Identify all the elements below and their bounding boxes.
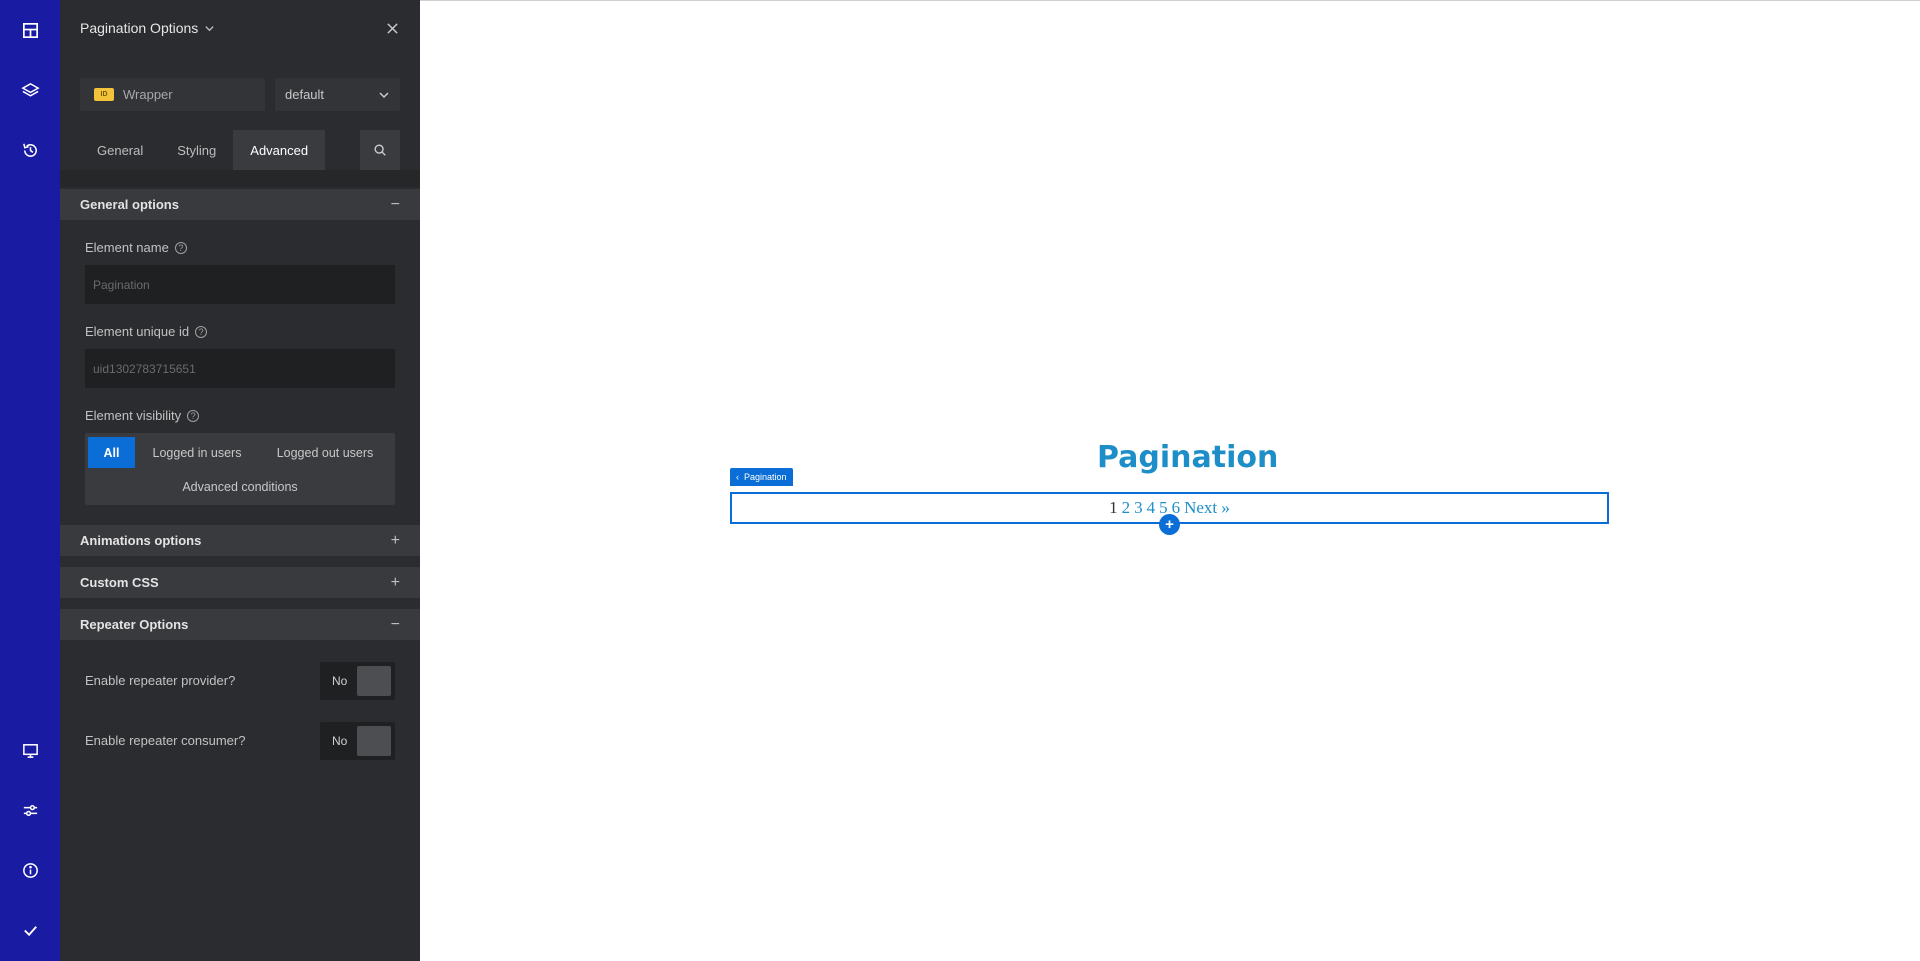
page-canvas[interactable] [420, 0, 1920, 961]
page-heading[interactable]: Pagination [1097, 440, 1278, 475]
chevron-down-icon [205, 25, 214, 31]
pagination-current-page: 1 [1109, 498, 1118, 517]
element-name-input[interactable] [85, 265, 395, 304]
pagination-next-link[interactable]: Next » [1184, 498, 1230, 518]
section-title: Repeater Options [80, 617, 189, 632]
panel-tabs: General Styling Advanced [80, 130, 400, 170]
element-uid-label: Element unique id ? [85, 324, 208, 339]
custom-css-header[interactable]: Custom CSS + [60, 567, 420, 598]
toggle-value: No [332, 734, 348, 748]
visibility-option-logged-out[interactable]: Logged out users [260, 437, 390, 468]
repeater-provider-label: Enable repeater provider? [85, 673, 236, 688]
help-icon[interactable]: ? [195, 325, 208, 338]
expand-icon: + [390, 531, 400, 549]
wrapper-selector[interactable]: ID Wrapper [80, 78, 265, 111]
visibility-option-all[interactable]: All [88, 437, 135, 468]
collapse-icon: − [390, 195, 400, 213]
toggle-knob [357, 666, 391, 696]
chevron-left-icon: ‹ [736, 472, 739, 482]
element-visibility-label: Element visibility ? [85, 408, 200, 423]
animations-options-header[interactable]: Animations options + [60, 525, 420, 556]
help-icon[interactable]: ? [174, 241, 187, 254]
element-name-label: Element name ? [85, 240, 187, 255]
section-title: Animations options [80, 533, 202, 548]
element-name-label-text: Element name [85, 240, 169, 255]
section-title: Custom CSS [80, 575, 159, 590]
check-icon[interactable] [0, 900, 60, 960]
history-icon[interactable] [0, 120, 60, 180]
search-icon[interactable] [360, 130, 400, 170]
visibility-option-logged-in[interactable]: Logged in users [139, 437, 255, 468]
close-icon[interactable] [382, 18, 402, 38]
layers-icon[interactable] [0, 60, 60, 120]
tab-styling[interactable]: Styling [160, 130, 233, 170]
element-tag[interactable]: ‹ Pagination [730, 468, 793, 486]
element-uid-label-text: Element unique id [85, 324, 190, 339]
panel-title: Pagination Options [80, 20, 199, 36]
panel-title-dropdown[interactable]: Pagination Options [80, 20, 215, 36]
options-panel: Pagination Options ID Wrapper default Ge… [60, 0, 420, 961]
sliders-icon[interactable] [0, 780, 60, 840]
help-icon[interactable]: ? [187, 409, 200, 422]
repeater-provider-toggle[interactable]: No [320, 662, 395, 700]
layout-icon[interactable] [0, 0, 60, 60]
id-badge: ID [94, 88, 114, 101]
tabs-divider [60, 170, 420, 187]
collapse-icon: − [390, 615, 400, 633]
pagination-page-link[interactable]: 4 [1147, 498, 1156, 518]
tab-general[interactable]: General [80, 130, 160, 170]
pagination-page-link[interactable]: 2 [1122, 498, 1131, 518]
general-options-header[interactable]: General options − [60, 189, 420, 220]
element-uid-input[interactable] [85, 349, 395, 388]
desktop-icon[interactable] [0, 720, 60, 780]
toggle-knob [357, 726, 391, 756]
preset-select-value: default [285, 87, 325, 102]
pagination-page-link[interactable]: 3 [1134, 498, 1143, 518]
section-title: General options [80, 197, 179, 212]
element-visibility-label-text: Element visibility [85, 408, 182, 423]
toggle-value: No [332, 674, 348, 688]
repeater-options-header[interactable]: Repeater Options − [60, 609, 420, 640]
add-element-button[interactable]: + [1159, 514, 1180, 535]
tab-advanced[interactable]: Advanced [233, 130, 326, 170]
expand-icon: + [390, 573, 400, 591]
wrapper-label: Wrapper [123, 87, 173, 102]
repeater-consumer-toggle[interactable]: No [320, 722, 395, 760]
info-icon[interactable] [0, 840, 60, 900]
visibility-selector: All Logged in users Logged out users Adv… [85, 433, 395, 505]
preset-select[interactable]: default [275, 78, 400, 111]
element-tag-label: Pagination [744, 472, 787, 482]
panel-header: Pagination Options [60, 0, 420, 56]
repeater-consumer-label: Enable repeater consumer? [85, 733, 246, 748]
advanced-conditions-button[interactable]: Advanced conditions [85, 475, 395, 499]
left-icon-rail [0, 0, 60, 961]
chevron-down-icon [379, 91, 389, 98]
